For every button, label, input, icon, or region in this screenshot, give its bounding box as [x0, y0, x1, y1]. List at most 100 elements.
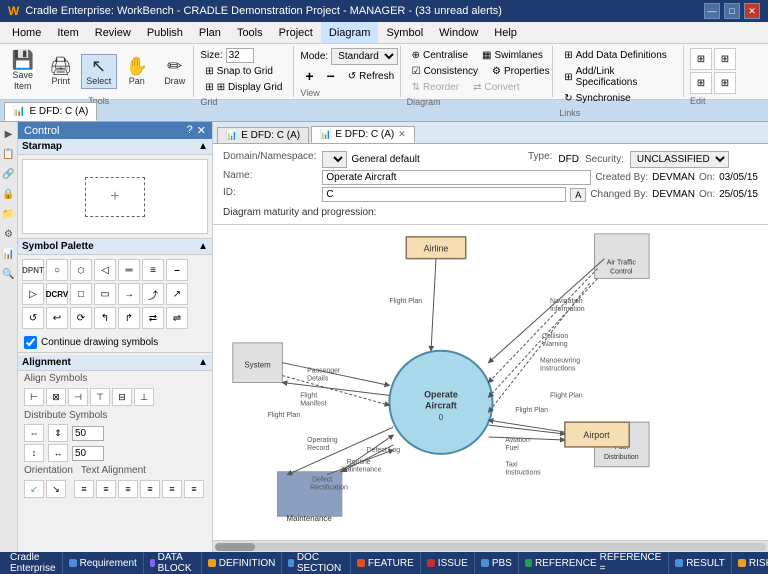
text-align-btn-6[interactable]: ≡	[184, 480, 204, 498]
snap-to-grid-button[interactable]: ⊞ Snap to Grid	[200, 64, 278, 79]
help-icon[interactable]: ?	[187, 124, 193, 137]
zoom-in-button[interactable]: +	[300, 66, 318, 86]
palette-item-21[interactable]: ⇌	[166, 307, 188, 329]
status-tab-definition[interactable]: DEFINITION	[202, 552, 283, 574]
dist-h-button[interactable]: ⇔	[24, 424, 44, 442]
id-input[interactable]	[322, 187, 566, 202]
starmap-collapse-icon[interactable]: ▲	[198, 141, 208, 152]
maximize-button[interactable]: □	[724, 3, 740, 19]
palette-item-1[interactable]: DPNT	[22, 259, 44, 281]
mode-select[interactable]: Standard	[331, 48, 398, 65]
h-scrollbar[interactable]	[213, 540, 768, 552]
domain-select[interactable]: E	[322, 151, 347, 168]
draw-button[interactable]: ✏ Draw	[157, 54, 193, 89]
align-left-button[interactable]: ⊢	[24, 388, 44, 406]
strip-icon-5[interactable]: 📁	[1, 206, 17, 222]
menu-review[interactable]: Review	[87, 22, 139, 43]
centralise-button[interactable]: ⊕ Centralise	[407, 48, 473, 63]
dist-btn-3[interactable]: ↕	[24, 444, 44, 462]
menu-publish[interactable]: Publish	[139, 22, 191, 43]
strip-icon-1[interactable]: ▶	[1, 126, 17, 142]
align-top-button[interactable]: ⊤	[90, 388, 110, 406]
menu-tools[interactable]: Tools	[229, 22, 271, 43]
text-align-btn-2[interactable]: ≡	[96, 480, 116, 498]
synchronise-button[interactable]: ↻ Synchronise	[559, 91, 635, 106]
minimize-button[interactable]: —	[704, 3, 720, 19]
palette-item-11[interactable]: ▭	[94, 283, 116, 305]
tab-dfd-c[interactable]: 📊 E DFD: C (A)	[217, 127, 309, 143]
strip-icon-3[interactable]: 🔗	[1, 166, 17, 182]
swimlanes-button[interactable]: ▦ Swimlanes	[477, 48, 548, 63]
edit-btn-4[interactable]: ⊞	[714, 72, 736, 94]
name-input[interactable]	[322, 170, 591, 185]
text-align-btn-4[interactable]: ≡	[140, 480, 160, 498]
close-icon[interactable]: ✕	[197, 124, 206, 137]
palette-item-8[interactable]: ▷	[22, 283, 44, 305]
consistency-button[interactable]: ☑ Consistency	[407, 64, 483, 79]
palette-item-7[interactable]: ⎯	[166, 259, 188, 281]
print-button[interactable]: 🖨 Print	[43, 54, 79, 89]
convert-button[interactable]: ⇄ Convert	[468, 80, 524, 95]
palette-item-20[interactable]: ⇄	[142, 307, 164, 329]
orient-btn-2[interactable]: ↘	[46, 480, 66, 498]
palette-item-6[interactable]: ≡	[142, 259, 164, 281]
palette-item-16[interactable]: ↩	[46, 307, 68, 329]
menu-diagram[interactable]: Diagram	[321, 22, 379, 43]
menu-window[interactable]: Window	[431, 22, 486, 43]
palette-item-12[interactable]: →	[118, 283, 140, 305]
status-tab-pbs[interactable]: PBS	[475, 552, 519, 574]
menu-item[interactable]: Item	[49, 22, 86, 43]
status-tab-data-block[interactable]: DATA BLOCK	[144, 552, 202, 574]
status-tab-result[interactable]: RESULT	[669, 552, 732, 574]
palette-item-18[interactable]: ↰	[94, 307, 116, 329]
security-select[interactable]: UNCLASSIFIED	[630, 151, 729, 168]
status-tab-requirement[interactable]: Requirement	[63, 552, 144, 574]
strip-icon-8[interactable]: 🔍	[1, 266, 17, 282]
scroll-thumb[interactable]	[215, 543, 255, 551]
continue-drawing-checkbox[interactable]	[24, 336, 37, 349]
edit-btn-1[interactable]: ⊞	[690, 48, 712, 70]
dist-h-input[interactable]	[72, 426, 104, 441]
palette-item-19[interactable]: ↱	[118, 307, 140, 329]
palette-item-4[interactable]: ◁	[94, 259, 116, 281]
dist-v-button[interactable]: ⇕	[48, 424, 68, 442]
dist-v-input[interactable]	[72, 446, 104, 461]
strip-icon-4[interactable]: 🔒	[1, 186, 17, 202]
palette-item-10[interactable]: □	[70, 283, 92, 305]
strip-icon-7[interactable]: 📊	[1, 246, 17, 262]
menu-plan[interactable]: Plan	[191, 22, 229, 43]
zoom-out-button[interactable]: −	[322, 66, 340, 86]
dist-btn-4[interactable]: ↔	[48, 444, 68, 462]
reorder-button[interactable]: ⇅ Reorder	[407, 80, 465, 95]
pan-button[interactable]: ✋ Pan	[119, 54, 155, 89]
outer-tab[interactable]: 📊 E DFD: C (A)	[4, 102, 97, 121]
palette-item-5[interactable]: ═	[118, 259, 140, 281]
grid-size-input[interactable]	[226, 48, 254, 63]
align-bottom-button[interactable]: ⊥	[134, 388, 154, 406]
edit-btn-3[interactable]: ⊞	[690, 72, 712, 94]
status-tab-issue[interactable]: ISSUE	[421, 552, 475, 574]
palette-item-14[interactable]: ↗	[166, 283, 188, 305]
edit-btn-2[interactable]: ⊞	[714, 48, 736, 70]
refresh-button[interactable]: ↺ Refresh	[343, 69, 399, 84]
properties-button[interactable]: ⚙ Properties	[487, 64, 555, 79]
align-center-h-button[interactable]: ⊠	[46, 388, 66, 406]
cradle-enterprise-label[interactable]: Cradle Enterprise	[4, 552, 63, 574]
align-center-v-button[interactable]: ⊟	[112, 388, 132, 406]
select-button[interactable]: ↖ Select	[81, 54, 117, 89]
close-button[interactable]: ✕	[744, 3, 760, 19]
align-right-button[interactable]: ⊣	[68, 388, 88, 406]
save-item-button[interactable]: 💾 Save Item	[5, 48, 41, 94]
palette-item-17[interactable]: ⟳	[70, 307, 92, 329]
menu-symbol[interactable]: Symbol	[378, 22, 431, 43]
palette-item-9[interactable]: DCRV	[46, 283, 68, 305]
id-a-button[interactable]: A	[570, 188, 586, 202]
add-data-definitions-button[interactable]: ⊞ Add Data Definitions	[559, 48, 672, 63]
add-link-specifications-button[interactable]: ⊞ Add/Link Specifications	[559, 64, 677, 90]
tab-close-button[interactable]: ✕	[398, 129, 406, 140]
menu-home[interactable]: Home	[4, 22, 49, 43]
text-align-btn-1[interactable]: ≡	[74, 480, 94, 498]
palette-item-15[interactable]: ↺	[22, 307, 44, 329]
strip-icon-6[interactable]: ⚙	[1, 226, 17, 242]
status-tab-doc-section[interactable]: DOC SECTION	[282, 552, 350, 574]
